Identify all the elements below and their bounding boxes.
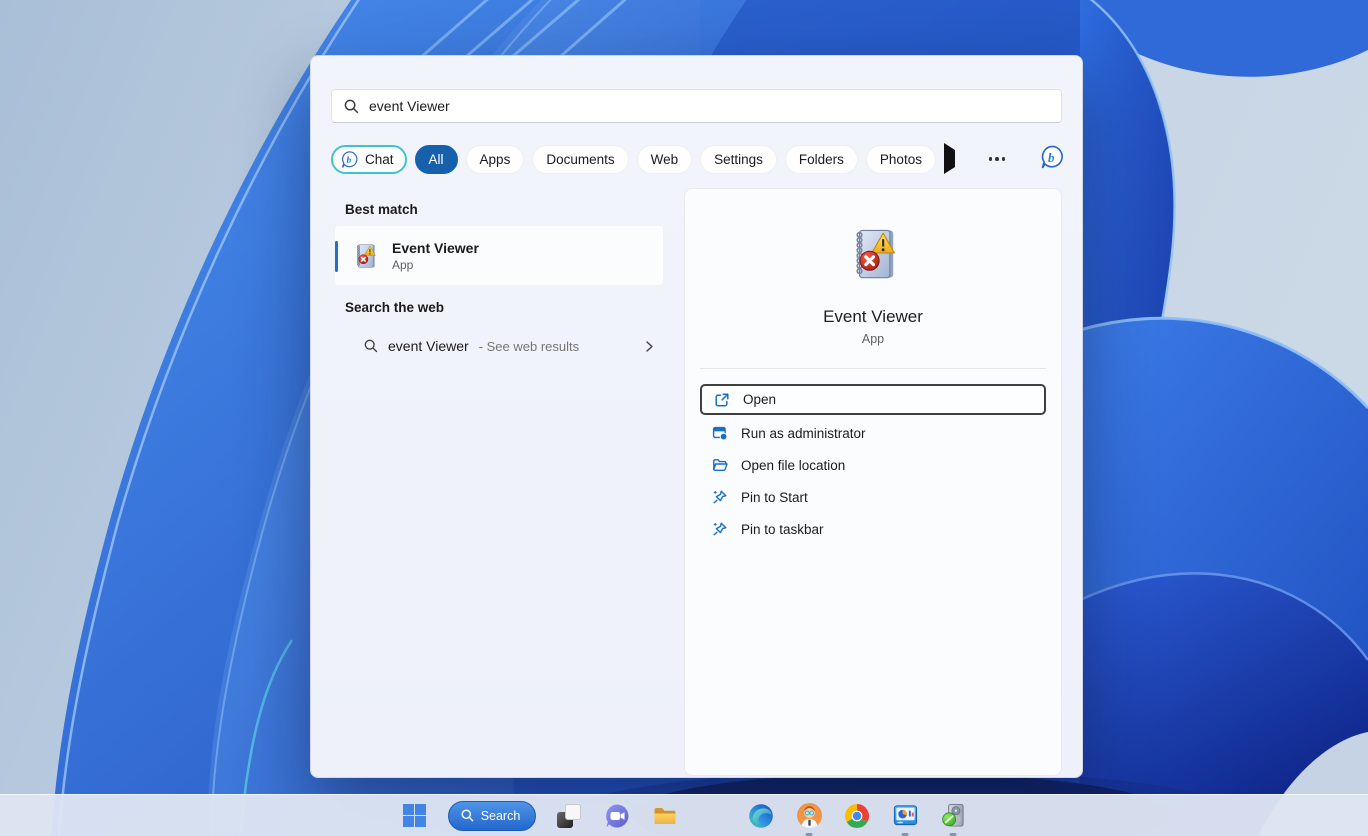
file-explorer-button[interactable] xyxy=(650,799,680,833)
task-view-icon xyxy=(557,804,581,828)
web-result-suffix: - See web results xyxy=(479,339,579,354)
action-pin-to-taskbar-label: Pin to taskbar xyxy=(741,522,824,537)
edge-icon xyxy=(748,803,774,829)
search-web-heading: Search the web xyxy=(345,300,664,315)
taskbar-search-button[interactable]: Search xyxy=(448,799,537,833)
user-avatar-app-button[interactable] xyxy=(794,799,824,833)
action-open-file-location[interactable]: Open file location xyxy=(700,449,1046,481)
best-match-item[interactable]: Event Viewer App xyxy=(334,225,664,286)
running-indicator xyxy=(902,833,909,836)
taskbar: Search xyxy=(0,794,1368,836)
edge-button[interactable] xyxy=(746,799,776,833)
chevron-right-icon xyxy=(643,340,656,353)
search-icon xyxy=(344,99,359,114)
bing-chat-icon xyxy=(340,150,359,169)
filter-tab-web[interactable]: Web xyxy=(637,145,693,174)
action-list: Open Run as administrator xyxy=(700,384,1046,545)
disk-tool-icon xyxy=(941,803,966,828)
filter-tab-documents-label: Documents xyxy=(546,152,614,167)
filter-tab-photos[interactable]: Photos xyxy=(866,145,936,174)
results-column: Best match Event Viewer App Search the w… xyxy=(331,188,664,776)
web-result-query: event Viewer xyxy=(388,338,469,354)
action-open[interactable]: Open xyxy=(700,384,1046,415)
system-monitor-button[interactable] xyxy=(890,799,920,833)
filter-tab-chat[interactable]: Chat xyxy=(331,145,407,174)
file-explorer-icon xyxy=(652,803,678,829)
bing-icon xyxy=(1039,144,1065,170)
search-input[interactable]: event Viewer xyxy=(331,89,1062,123)
action-pin-to-taskbar[interactable]: Pin to taskbar xyxy=(700,513,1046,545)
action-run-as-administrator[interactable]: Run as administrator xyxy=(700,417,1046,449)
task-view-button[interactable] xyxy=(554,799,584,833)
running-indicator xyxy=(806,833,813,836)
admin-window-icon xyxy=(712,425,728,441)
filter-tab-web-label: Web xyxy=(651,152,679,167)
pin-icon xyxy=(712,489,728,505)
detail-app-type: App xyxy=(862,332,884,346)
teams-chat-button[interactable] xyxy=(602,799,632,833)
filter-tab-documents[interactable]: Documents xyxy=(532,145,628,174)
action-run-admin-label: Run as administrator xyxy=(741,426,866,441)
filter-tab-apps[interactable]: Apps xyxy=(466,145,525,174)
search-results-area: Best match Event Viewer App Search the w… xyxy=(331,188,1062,776)
filter-tab-apps-label: Apps xyxy=(480,152,511,167)
event-viewer-icon xyxy=(352,243,378,269)
filter-tab-chat-label: Chat xyxy=(365,152,394,167)
filter-tab-folders-label: Folders xyxy=(799,152,844,167)
disk-tool-button[interactable] xyxy=(938,799,968,833)
chat-video-icon xyxy=(604,803,630,829)
action-pin-to-start-label: Pin to Start xyxy=(741,490,808,505)
ellipsis-icon xyxy=(989,157,993,161)
start-button[interactable] xyxy=(400,799,430,833)
filter-tab-settings-label: Settings xyxy=(714,152,763,167)
chrome-button[interactable] xyxy=(842,799,872,833)
filter-tab-settings[interactable]: Settings xyxy=(700,145,777,174)
system-monitor-icon xyxy=(893,803,918,828)
filter-tab-folders[interactable]: Folders xyxy=(785,145,858,174)
user-avatar-icon xyxy=(796,802,823,829)
event-viewer-large-icon xyxy=(846,227,900,281)
search-icon xyxy=(461,809,474,822)
bing-button[interactable] xyxy=(1039,144,1065,175)
detail-app-title: Event Viewer xyxy=(823,307,923,327)
filter-tab-all-label: All xyxy=(429,152,444,167)
filter-tab-photos-label: Photos xyxy=(880,152,922,167)
search-query-text: event Viewer xyxy=(369,98,450,114)
chrome-icon xyxy=(844,803,870,829)
open-external-icon xyxy=(714,392,730,408)
filter-tab-all[interactable]: All xyxy=(415,145,458,174)
detail-pane: Event Viewer App Open xyxy=(684,188,1062,776)
play-arrow-icon xyxy=(944,143,955,174)
running-indicator xyxy=(950,833,957,836)
best-match-heading: Best match xyxy=(345,202,664,217)
search-flyout: event Viewer Chat All Apps Documents Web… xyxy=(310,55,1083,778)
divider xyxy=(700,368,1046,369)
best-match-title: Event Viewer xyxy=(392,239,479,257)
more-options-button[interactable] xyxy=(989,157,1006,161)
action-open-label: Open xyxy=(743,392,776,407)
folder-open-icon xyxy=(712,457,728,473)
web-result-item[interactable]: event Viewer - See web results xyxy=(334,330,664,362)
selection-accent-bar xyxy=(335,241,338,272)
taskbar-search-label: Search xyxy=(481,809,521,823)
action-open-file-location-label: Open file location xyxy=(741,458,845,473)
best-match-type: App xyxy=(392,257,479,273)
windows-logo-icon xyxy=(403,804,426,827)
action-pin-to-start[interactable]: Pin to Start xyxy=(700,481,1046,513)
pin-icon xyxy=(712,521,728,537)
filter-overflow-button[interactable] xyxy=(944,150,955,168)
search-icon xyxy=(364,339,378,353)
desktop: event Viewer Chat All Apps Documents Web… xyxy=(0,0,1368,836)
filter-tab-row: Chat All Apps Documents Web Settings Fol… xyxy=(331,144,1062,174)
